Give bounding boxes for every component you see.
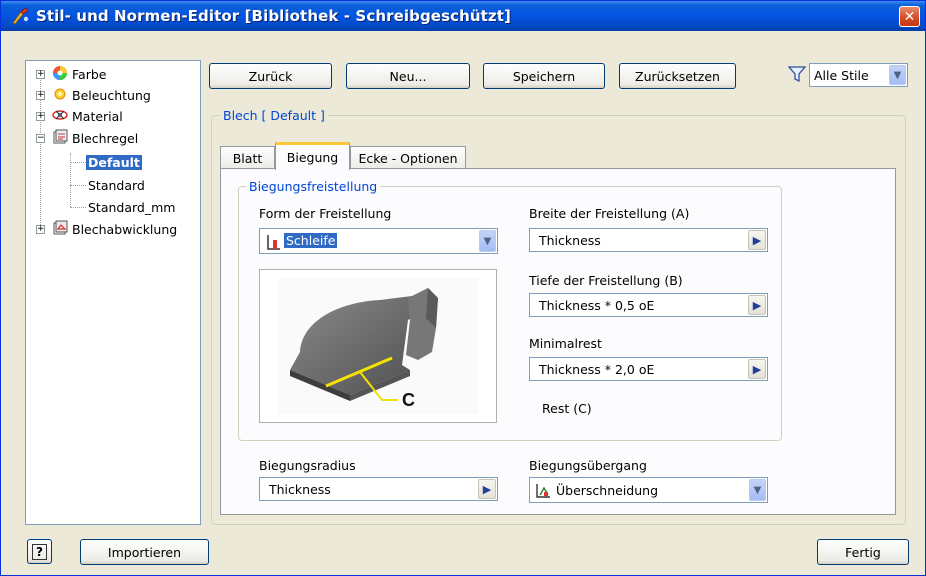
chevron-right-icon[interactable]: ▶ [748,230,766,250]
relief-width-label: Breite der Freistellung (A) [529,206,690,221]
rest-note: Rest (C) [542,401,592,416]
bend-radius-label: Biegungsradius [259,458,356,473]
chevron-right-icon[interactable]: ▶ [478,479,496,499]
new-button[interactable]: Neu... [346,63,470,89]
collapse-icon[interactable]: − [36,134,45,143]
light-bulb-icon [54,88,66,100]
tree-label: Material [72,108,123,124]
tree-label-selected: Default [86,154,142,170]
style-tree[interactable]: + Farbe + Beleuchtung + Material − Blech… [25,60,201,525]
relief-shape-label: Form der Freistellung [259,206,392,221]
chevron-right-icon[interactable]: ▶ [748,359,766,379]
tree-label: Standard [88,177,145,193]
tree-label: Standard_mm [88,199,176,215]
relief-shape-value: Schleife [284,233,338,248]
relief-shape-icon [267,235,280,250]
help-button[interactable]: ? [27,539,52,564]
relief-depth-field[interactable]: Thickness * 0,5 oE ▶ [529,293,768,317]
tree-label: Blechabwicklung [72,221,178,237]
save-button[interactable]: Speichern [483,63,605,89]
bend-transition-icon [536,484,550,498]
tree-item-beleuchtung[interactable]: + Beleuchtung [26,84,200,106]
app-icon [12,7,29,25]
tree-label: Farbe [72,66,107,82]
tree-item-default[interactable]: Default [26,151,200,173]
flat-pattern-icon [53,220,68,235]
tree-item-standard[interactable]: Standard [26,174,200,196]
title-bar[interactable]: Stil- und Normen-Editor [Bibliothek - Sc… [1,1,925,31]
relief-shape-dropdown[interactable]: Schleife ▼ [259,228,498,254]
expand-icon[interactable]: + [36,112,45,121]
minimal-remnant-field[interactable]: Thickness * 2,0 oE ▶ [529,357,768,381]
bend-transition-value: Überschneidung [556,483,659,498]
filter-icon[interactable] [788,65,806,83]
chevron-right-icon[interactable]: ▶ [748,295,766,315]
expand-icon[interactable]: + [36,225,45,234]
expand-icon[interactable]: + [36,91,45,100]
back-button[interactable]: Zurück [209,63,332,89]
tree-item-blechregel[interactable]: − Blechregel [26,127,200,149]
tree-item-standard-mm[interactable]: Standard_mm [26,196,200,218]
window-title: Stil- und Normen-Editor [Bibliothek - Sc… [36,7,511,25]
bend-radius-field[interactable]: Thickness ▶ [259,477,498,501]
tree-label: Blechregel [72,130,139,146]
relief-width-field[interactable]: Thickness ▶ [529,228,768,252]
callout-letter: C [402,390,415,410]
relief-width-value: Thickness [539,232,601,248]
reset-button[interactable]: Zurücksetzen [619,63,736,89]
bend-relief-diagram: C [278,278,478,414]
material-icon [52,110,68,120]
tree-item-blechabwicklung[interactable]: + Blechabwicklung [26,218,200,240]
import-button[interactable]: Importieren [80,539,209,565]
help-icon: ? [32,543,47,560]
tab-ecke-optionen[interactable]: Ecke - Optionen [350,146,466,169]
bend-transition-label: Biegungsübergang [529,458,647,473]
close-button[interactable]: ✕ [899,6,920,27]
relief-illustration: C [259,269,497,423]
tree-label: Beleuchtung [72,87,151,103]
relief-depth-label: Tiefe der Freistellung (B) [529,273,683,288]
bend-transition-dropdown[interactable]: Überschneidung ▼ [529,477,768,503]
relief-depth-value: Thickness * 0,5 oE [539,297,655,313]
chevron-down-icon[interactable]: ▼ [479,230,496,252]
close-icon: ✕ [903,8,916,25]
sheet-rule-icon [53,129,68,144]
tree-item-material[interactable]: + Material [26,105,200,127]
bend-radius-value: Thickness [269,481,331,497]
tab-biegung[interactable]: Biegung [275,142,350,170]
expand-icon[interactable]: + [36,70,45,79]
color-wheel-icon [53,66,67,80]
done-button[interactable]: Fertig [817,539,909,565]
panel-title: Blech [ Default ] [220,108,328,123]
tab-blatt[interactable]: Blatt [220,146,275,169]
style-filter-value: Alle Stile [814,67,869,83]
chevron-down-icon[interactable]: ▼ [749,479,766,501]
bend-relief-group-title: Biegungsfreistellung [246,179,381,194]
chevron-down-icon[interactable]: ▼ [889,65,906,85]
minimal-remnant-value: Thickness * 2,0 oE [539,361,655,377]
tree-item-farbe[interactable]: + Farbe [26,63,200,85]
style-filter-dropdown[interactable]: Alle Stile ▼ [809,63,908,87]
minimal-remnant-label: Minimalrest [529,336,602,351]
style-editor-window: Stil- und Normen-Editor [Bibliothek - Sc… [0,0,926,576]
